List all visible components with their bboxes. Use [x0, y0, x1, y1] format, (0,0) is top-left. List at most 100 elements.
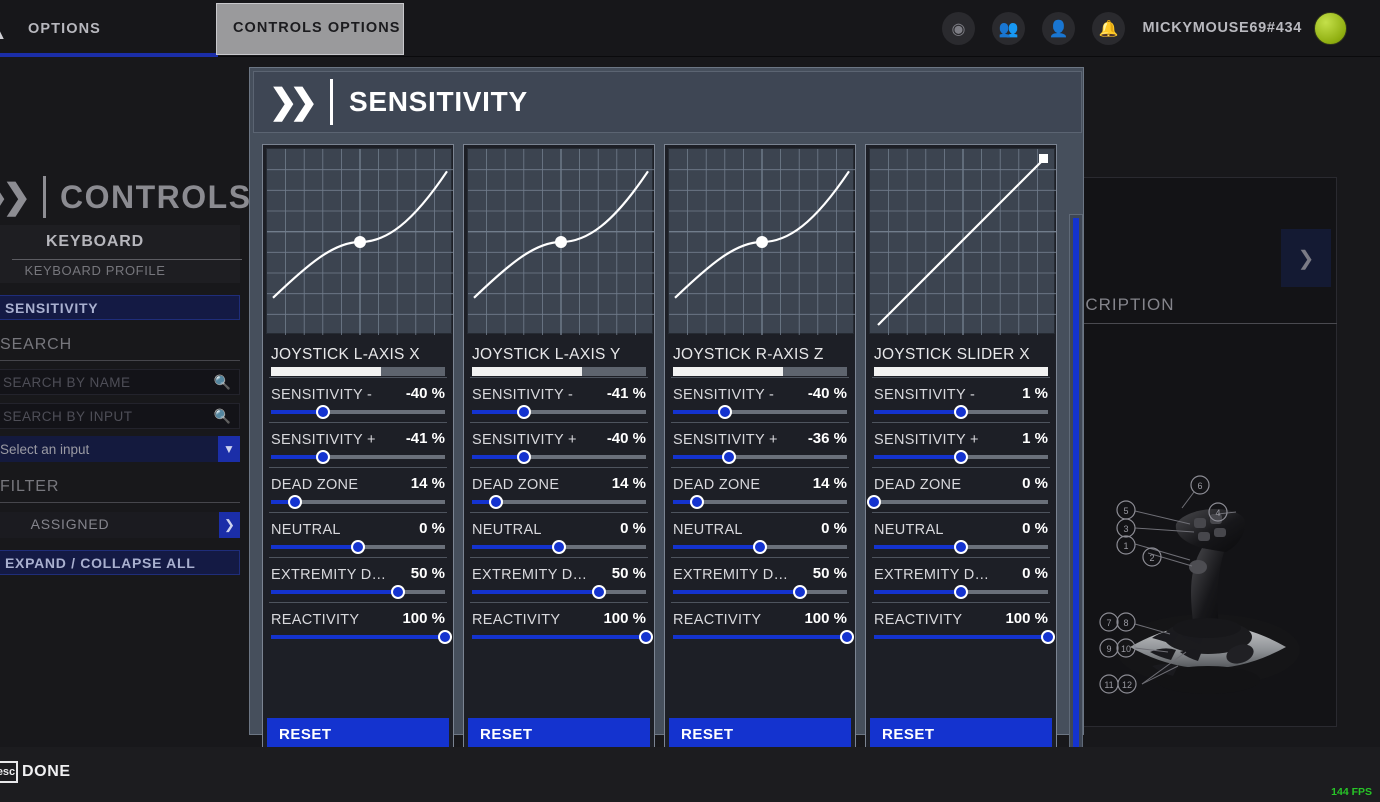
svg-text:6: 6	[1197, 481, 1202, 491]
expand-collapse-all-button[interactable]: EXPAND / COLLAPSE ALL	[0, 550, 240, 575]
modal-header: ❯❯ SENSITIVITY	[253, 71, 1082, 133]
bottom-bar: esc DONE 144 FPS	[0, 747, 1380, 802]
sensitivity-curve-graph[interactable]	[869, 148, 1056, 335]
bell-icon[interactable]: 🔔	[1092, 12, 1125, 45]
setting-slider[interactable]	[874, 540, 1048, 554]
tab-options[interactable]: OPTIONS	[0, 10, 218, 57]
setting-slider[interactable]	[874, 630, 1055, 644]
sidebar-item-sensitivity[interactable]: SENSITIVITY	[0, 295, 240, 320]
setting-value: 14 %	[611, 475, 646, 492]
slider-handle[interactable]	[954, 405, 968, 419]
setting-slider[interactable]	[271, 585, 445, 599]
sensitivity-curve-graph[interactable]	[467, 148, 654, 335]
select-an-input-dropdown[interactable]: Select an input ▼	[0, 436, 240, 462]
setting-label: EXTREMITY DEAD ...	[673, 567, 791, 583]
slider-handle[interactable]	[391, 585, 406, 599]
slider-handle[interactable]	[592, 585, 607, 599]
sensitivity-curve-graph[interactable]	[266, 148, 453, 335]
setting-slider[interactable]	[472, 630, 653, 644]
slider-handle[interactable]	[954, 450, 968, 464]
setting-value: 0 %	[821, 520, 847, 537]
setting-slider[interactable]	[271, 450, 445, 464]
slider-handle[interactable]	[489, 495, 504, 509]
setting-slider[interactable]	[874, 405, 1048, 419]
row-divider	[872, 422, 1050, 423]
slider-handle[interactable]	[721, 450, 736, 464]
slider-handle[interactable]	[316, 450, 331, 464]
sensitivity-curve-graph[interactable]	[668, 148, 855, 335]
setting-row: REACTIVITY 100 %	[464, 608, 654, 653]
setting-slider[interactable]	[874, 450, 1048, 464]
bottom-done-label[interactable]: DONE	[22, 763, 71, 781]
friends-icon[interactable]: 👥	[992, 12, 1025, 45]
setting-slider[interactable]	[867, 495, 1048, 509]
filter-selector: ❮ ASSIGNED ❯	[0, 512, 240, 538]
search-by-name-input[interactable]: SEARCH BY NAME 🔍	[0, 369, 240, 395]
modal-scrollbar-thumb[interactable]	[1073, 218, 1079, 778]
radar-icon[interactable]: ◉	[942, 12, 975, 45]
slider-handle[interactable]	[517, 450, 532, 464]
search-section-label: SEARCH	[0, 336, 73, 353]
device-next-button[interactable]: ❯	[1281, 229, 1331, 287]
tab-controls-options[interactable]: CONTROLS OPTIONS	[216, 3, 404, 55]
setting-label: REACTIVITY	[673, 612, 762, 628]
slider-handle[interactable]	[639, 630, 653, 644]
setting-slider[interactable]	[472, 585, 646, 599]
setting-slider[interactable]	[472, 540, 646, 554]
setting-slider[interactable]	[472, 495, 646, 509]
filter-next-button[interactable]: ❯	[219, 512, 240, 538]
setting-slider[interactable]	[673, 450, 847, 464]
row-divider	[872, 512, 1050, 513]
axis-input-meter	[874, 367, 1048, 376]
setting-slider[interactable]	[673, 540, 847, 554]
svg-text:9: 9	[1106, 644, 1111, 654]
avatar[interactable]	[1314, 12, 1347, 45]
slider-handle[interactable]	[351, 540, 365, 554]
slider-handle[interactable]	[690, 495, 705, 509]
slider-handle[interactable]	[288, 495, 303, 509]
fps-counter: 144 FPS	[1331, 786, 1372, 798]
modal-scrollbar[interactable]	[1069, 214, 1083, 802]
slider-handle[interactable]	[954, 585, 968, 599]
slider-handle[interactable]	[840, 630, 854, 644]
setting-slider[interactable]	[271, 540, 445, 554]
slider-handle[interactable]	[552, 540, 566, 554]
setting-slider[interactable]	[472, 450, 646, 464]
setting-value: 0 %	[620, 520, 646, 537]
setting-slider[interactable]	[673, 495, 847, 509]
modal-title: SENSITIVITY	[348, 86, 528, 117]
svg-text:11: 11	[1104, 680, 1113, 690]
row-divider	[671, 602, 849, 603]
search-by-input-input[interactable]: SEARCH BY INPUT 🔍	[0, 403, 240, 429]
slider-handle[interactable]	[867, 495, 881, 509]
setting-slider[interactable]	[271, 630, 452, 644]
slider-handle[interactable]	[316, 405, 331, 419]
description-divider	[1069, 323, 1337, 324]
slider-handle[interactable]	[1041, 630, 1055, 644]
row-divider	[671, 557, 849, 558]
row-divider	[269, 512, 447, 513]
setting-slider[interactable]	[874, 585, 1048, 599]
slider-handle[interactable]	[753, 540, 767, 554]
svg-text:10: 10	[1121, 644, 1131, 654]
setting-value: 50 %	[812, 565, 847, 582]
setting-slider[interactable]	[673, 405, 847, 419]
setting-value: 50 %	[611, 565, 646, 582]
setting-slider[interactable]	[673, 585, 847, 599]
row-divider	[872, 557, 1050, 558]
slider-handle[interactable]	[954, 540, 968, 554]
slider-handle[interactable]	[438, 630, 452, 644]
setting-slider[interactable]	[472, 405, 646, 419]
setting-value: -40 %	[606, 430, 646, 447]
setting-slider[interactable]	[271, 495, 445, 509]
setting-slider[interactable]	[673, 630, 854, 644]
slider-handle[interactable]	[793, 585, 808, 599]
slider-handle[interactable]	[718, 405, 733, 419]
esc-key-icon: esc	[0, 761, 18, 783]
setting-slider[interactable]	[271, 405, 445, 419]
slider-handle[interactable]	[517, 405, 532, 419]
svg-text:12: 12	[1122, 680, 1132, 690]
sensitivity-modal: ❯❯ SENSITIVITY JOYSTICK L-AXIS X SENSITIV…	[249, 67, 1084, 802]
profile-icon[interactable]: 👤	[1042, 12, 1075, 45]
device-name: KEYBOARD	[46, 233, 144, 250]
